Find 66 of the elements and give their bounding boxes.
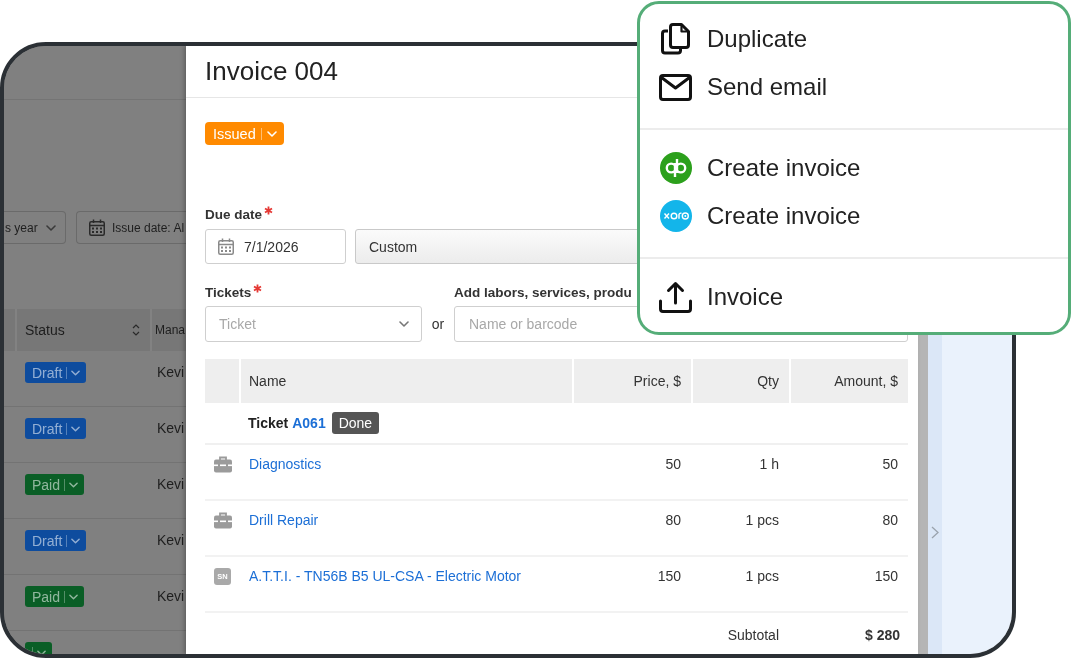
menu-item[interactable]: Create invoice bbox=[640, 144, 1068, 192]
menu-item[interactable]: Create invoice bbox=[640, 192, 1068, 240]
subtotal-value: $ 280 bbox=[864, 626, 901, 645]
status-dropdown[interactable]: Draft bbox=[25, 530, 87, 551]
status-dropdown[interactable]: Draft bbox=[25, 418, 87, 439]
table-cell-text: 80 bbox=[665, 511, 682, 530]
calendar-icon bbox=[89, 219, 105, 236]
menu-item[interactable]: Send email bbox=[640, 63, 1068, 111]
chevron-down-icon bbox=[266, 130, 277, 137]
table-cell-text: Kevi bbox=[156, 475, 186, 494]
chevron-down-icon bbox=[37, 649, 46, 654]
mail-icon bbox=[659, 73, 692, 101]
column-header: Qty bbox=[691, 359, 789, 403]
table-cell-text: 80 bbox=[882, 511, 899, 530]
logo-icon bbox=[659, 152, 692, 184]
sort-icon[interactable] bbox=[132, 323, 140, 337]
invoice-title: Invoice 004 bbox=[205, 56, 338, 87]
chevron-down-icon bbox=[69, 481, 79, 488]
table-cell-text: 150 bbox=[874, 567, 899, 586]
column-header: Price, $ bbox=[572, 359, 691, 403]
table-cell-text: 1 h bbox=[759, 455, 780, 474]
status-dropdown[interactable]: Paid bbox=[25, 586, 85, 607]
column-header[interactable]: Status bbox=[15, 309, 150, 351]
table-cell-text: 150 bbox=[657, 567, 682, 586]
chevron-down-icon bbox=[46, 224, 56, 231]
date-field[interactable]: 7/1/2026 bbox=[205, 229, 346, 264]
calendar-icon bbox=[218, 238, 234, 255]
field-label: Due date bbox=[205, 206, 262, 223]
ticket-link[interactable]: A061 bbox=[292, 415, 326, 431]
table-cell-text: Kevi bbox=[156, 531, 186, 550]
copy-icon bbox=[661, 23, 690, 55]
date-filter[interactable]: Issue date: Al bbox=[76, 211, 186, 244]
table-cell-text: Kevi bbox=[156, 363, 186, 382]
upload-icon bbox=[659, 281, 692, 313]
ticket-status: Done bbox=[331, 412, 380, 434]
or-text: or bbox=[431, 316, 445, 332]
field-label: Tickets bbox=[205, 284, 252, 301]
toolbox-icon bbox=[214, 456, 232, 473]
ticket-label: Ticket bbox=[248, 415, 289, 431]
chevron-down-icon bbox=[71, 369, 81, 376]
menu-item[interactable]: Duplicate bbox=[640, 15, 1068, 63]
table-cell-text: Kevi bbox=[156, 587, 186, 606]
status-dropdown[interactable]: Draft bbox=[25, 362, 87, 383]
item-link[interactable]: Drill Repair bbox=[249, 512, 319, 528]
table-cell-text: Kevi bbox=[156, 419, 186, 438]
chevron-down-icon bbox=[69, 593, 79, 600]
chevron-down-icon bbox=[399, 321, 409, 327]
table-cell-text: 1 pcs bbox=[745, 511, 780, 530]
table-cell-text: 50 bbox=[882, 455, 899, 474]
table-cell-text: 1 pcs bbox=[745, 567, 780, 586]
menu-item[interactable]: Invoice bbox=[640, 273, 1068, 321]
table-cell-text: 50 bbox=[665, 455, 682, 474]
status-dropdown[interactable]: Paid bbox=[25, 474, 85, 495]
item-link[interactable]: Diagnostics bbox=[249, 456, 322, 472]
logo-icon bbox=[659, 200, 692, 232]
chevron-down-icon bbox=[71, 425, 81, 432]
ticket-select[interactable]: Ticket bbox=[205, 306, 422, 342]
column-header: Name bbox=[239, 359, 572, 403]
item-link[interactable]: A.T.T.I. - TN56B B5 UL-CSA - Electric Motor bbox=[249, 568, 522, 584]
subtotal-label: Subtotal bbox=[727, 626, 780, 645]
chevron-down-icon bbox=[71, 537, 81, 544]
toolbox-icon bbox=[214, 512, 232, 529]
column-header: Amount, $ bbox=[789, 359, 908, 403]
field-label: Add labors, services, produ bbox=[454, 284, 632, 301]
chevron-right-icon[interactable] bbox=[931, 526, 939, 539]
filter-dropdown[interactable]: s year bbox=[4, 211, 66, 244]
